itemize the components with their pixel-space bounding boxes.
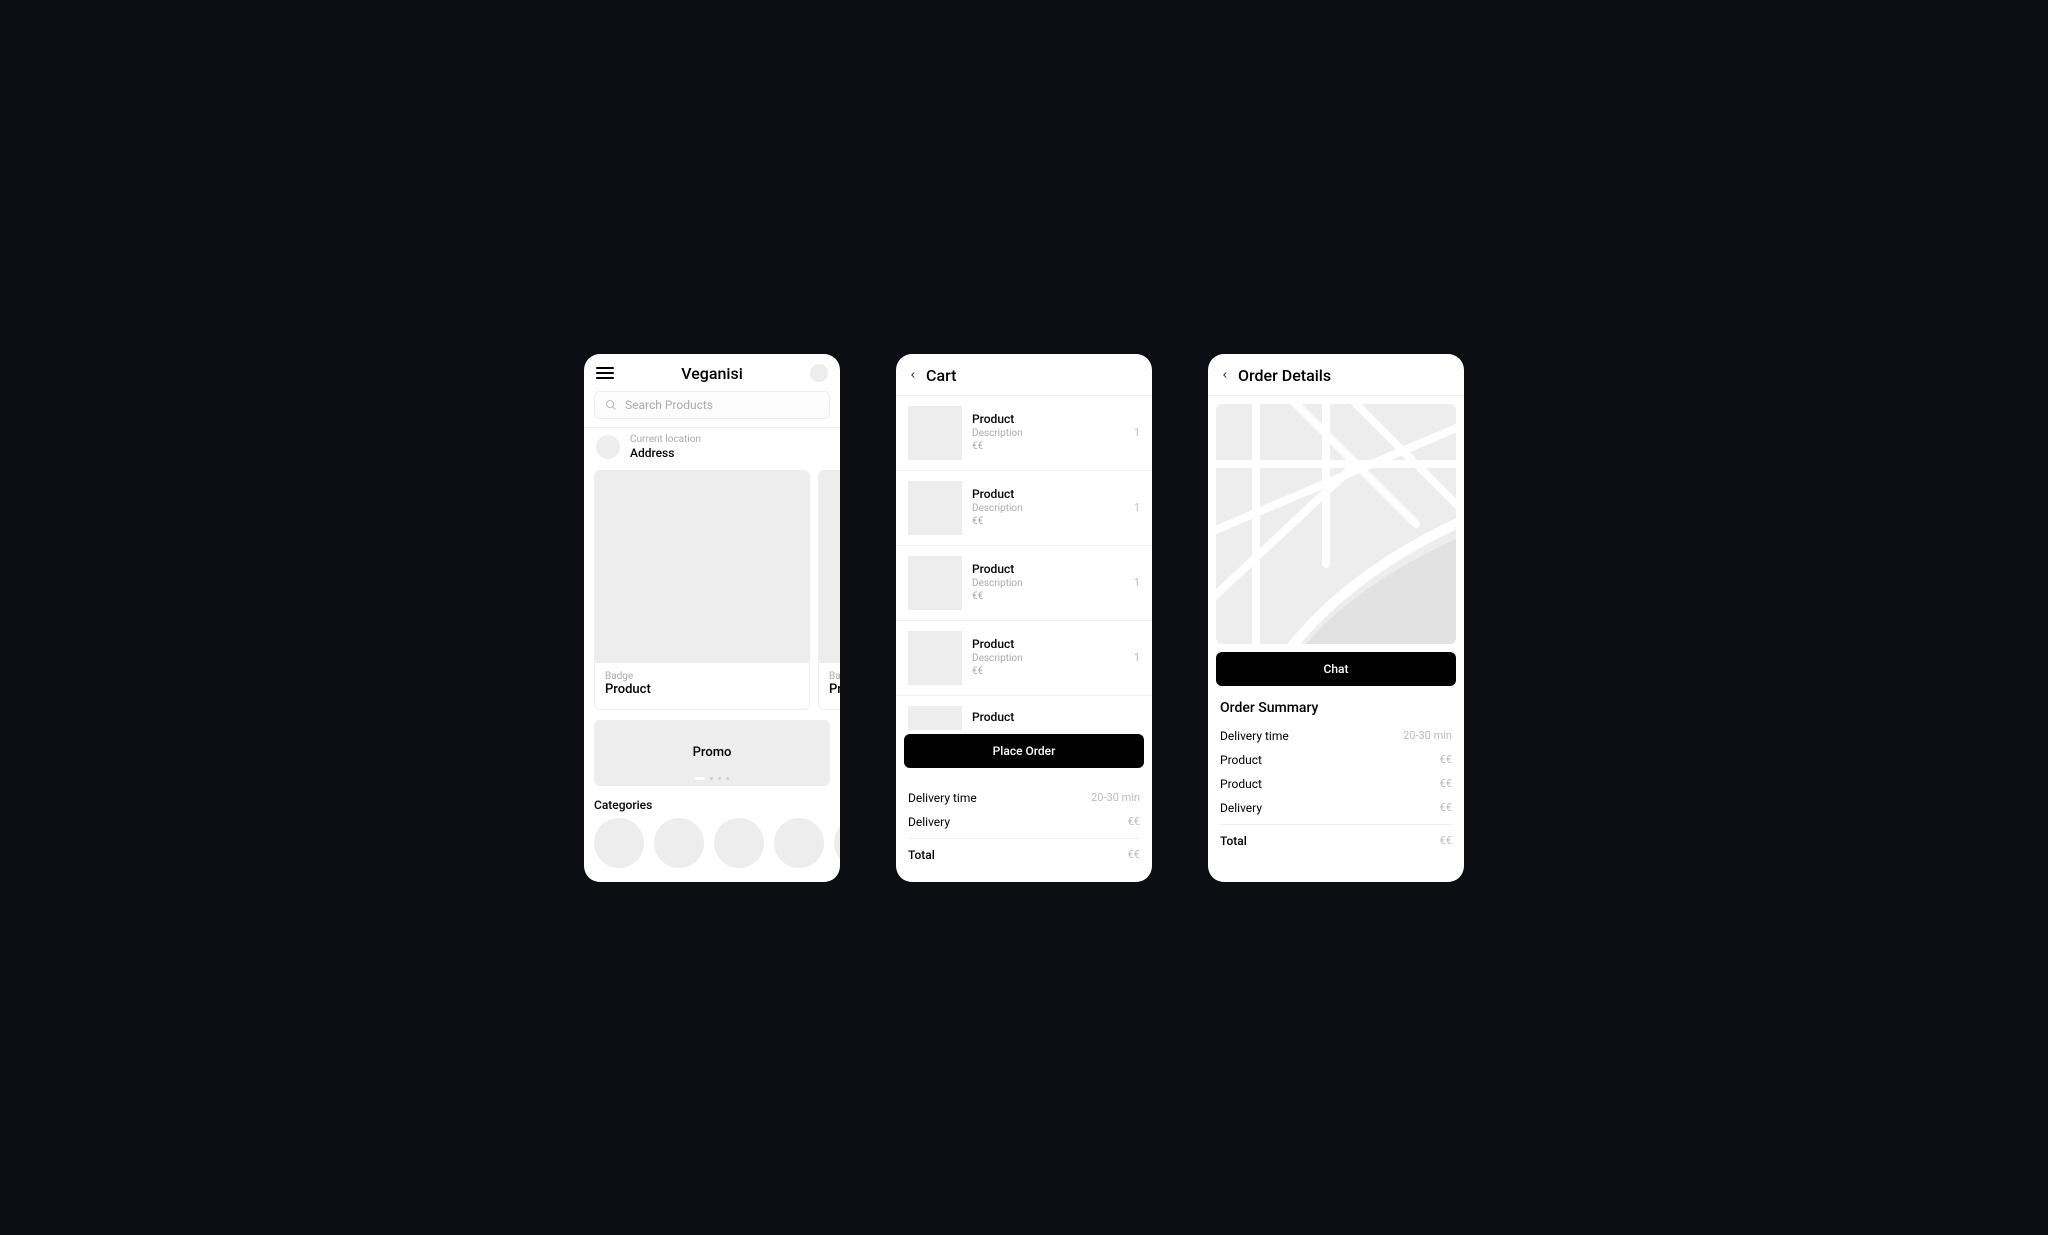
location-icon bbox=[596, 435, 620, 459]
product-badge: Badge bbox=[605, 671, 799, 682]
category-item[interactable] bbox=[834, 818, 840, 868]
cart-title: Cart bbox=[926, 366, 956, 385]
cart-list: Product Description €€ 1 Product Descrip… bbox=[896, 396, 1152, 730]
cart-item[interactable]: Product Description €€ 1 bbox=[896, 546, 1152, 621]
item-quantity: 1 bbox=[1134, 501, 1140, 514]
item-image bbox=[908, 481, 962, 535]
product-name: Product bbox=[829, 682, 840, 697]
categories-row[interactable] bbox=[584, 818, 840, 868]
item-image bbox=[908, 556, 962, 610]
categories-title: Categories bbox=[584, 796, 840, 818]
item-quantity: 1 bbox=[1134, 651, 1140, 664]
screen-home: Veganisi Search Products Current locatio… bbox=[584, 354, 840, 882]
item-price: €€ bbox=[972, 665, 1124, 678]
product-image bbox=[819, 471, 840, 663]
product-image bbox=[595, 471, 809, 663]
location-address: Address bbox=[630, 446, 701, 460]
order-summary: Delivery time 20-30 min Product €€ Produ… bbox=[1208, 724, 1464, 853]
item-image bbox=[908, 631, 962, 685]
search-input[interactable]: Search Products bbox=[594, 391, 830, 419]
order-header: Order Details bbox=[1208, 354, 1464, 396]
item-description: Description bbox=[972, 502, 1124, 515]
cart-item[interactable]: Product Description €€ 1 bbox=[896, 396, 1152, 471]
chat-button[interactable]: Chat bbox=[1216, 652, 1456, 686]
cart-item[interactable]: Product Description €€ 1 bbox=[896, 621, 1152, 696]
home-header: Veganisi bbox=[584, 354, 840, 391]
screen-order-details: Order Details Chat Order Summary Deliver… bbox=[1208, 354, 1464, 882]
product-carousel[interactable]: Badge Product Badge Product bbox=[584, 470, 840, 710]
product-card[interactable]: Badge Product bbox=[818, 470, 840, 710]
product-card[interactable]: Badge Product bbox=[594, 470, 810, 710]
category-item[interactable] bbox=[774, 818, 824, 868]
back-icon[interactable] bbox=[908, 368, 918, 382]
summary-delivery-time: Delivery time 20-30 min bbox=[908, 786, 1140, 810]
item-description: Description bbox=[972, 577, 1124, 590]
summary-product: Product €€ bbox=[1220, 748, 1452, 772]
carousel-dots bbox=[695, 777, 729, 780]
summary-delivery: Delivery €€ bbox=[908, 810, 1140, 834]
search-icon bbox=[605, 399, 617, 411]
item-name: Product bbox=[972, 487, 1124, 503]
product-name: Product bbox=[605, 682, 799, 697]
item-price: €€ bbox=[972, 590, 1124, 603]
location-label: Current location bbox=[630, 434, 701, 446]
screen-cart: Cart Product Description €€ 1 Product De… bbox=[896, 354, 1152, 882]
profile-avatar[interactable] bbox=[810, 364, 828, 382]
promo-banner[interactable]: Promo bbox=[594, 720, 830, 786]
location-row[interactable]: Current location Address bbox=[584, 427, 840, 470]
order-summary-title: Order Summary bbox=[1208, 686, 1464, 724]
item-name: Product bbox=[972, 562, 1124, 578]
menu-icon[interactable] bbox=[596, 367, 614, 379]
item-description: Description bbox=[972, 427, 1124, 440]
summary-total: Total €€ bbox=[1220, 829, 1452, 853]
order-title: Order Details bbox=[1238, 366, 1331, 385]
item-name: Product bbox=[972, 412, 1124, 428]
delivery-map[interactable] bbox=[1216, 404, 1456, 644]
divider bbox=[908, 838, 1140, 839]
promo-label: Promo bbox=[693, 745, 732, 760]
item-quantity: 1 bbox=[1134, 426, 1140, 439]
place-order-button[interactable]: Place Order bbox=[904, 734, 1144, 768]
item-image bbox=[908, 706, 962, 730]
category-item[interactable] bbox=[654, 818, 704, 868]
item-name: Product bbox=[972, 710, 1140, 726]
cart-summary: Delivery time 20-30 min Delivery €€ Tota… bbox=[908, 786, 1140, 867]
product-badge: Badge bbox=[829, 671, 840, 682]
divider bbox=[1220, 824, 1452, 825]
back-icon[interactable] bbox=[1220, 368, 1230, 382]
item-description: Description bbox=[972, 652, 1124, 665]
summary-product: Product €€ bbox=[1220, 772, 1452, 796]
item-price: €€ bbox=[972, 440, 1124, 453]
item-quantity: 1 bbox=[1134, 576, 1140, 589]
item-image bbox=[908, 406, 962, 460]
search-container: Search Products bbox=[584, 391, 840, 427]
item-price: €€ bbox=[972, 515, 1124, 528]
category-item[interactable] bbox=[594, 818, 644, 868]
app-title: Veganisi bbox=[681, 364, 743, 383]
item-name: Product bbox=[972, 637, 1124, 653]
cart-header: Cart bbox=[896, 354, 1152, 396]
summary-delivery-time: Delivery time 20-30 min bbox=[1220, 724, 1452, 748]
summary-delivery: Delivery €€ bbox=[1220, 796, 1452, 820]
cart-item[interactable]: Product bbox=[896, 696, 1152, 730]
category-item[interactable] bbox=[714, 818, 764, 868]
summary-total: Total €€ bbox=[908, 843, 1140, 867]
search-placeholder: Search Products bbox=[625, 398, 713, 412]
cart-item[interactable]: Product Description €€ 1 bbox=[896, 471, 1152, 546]
